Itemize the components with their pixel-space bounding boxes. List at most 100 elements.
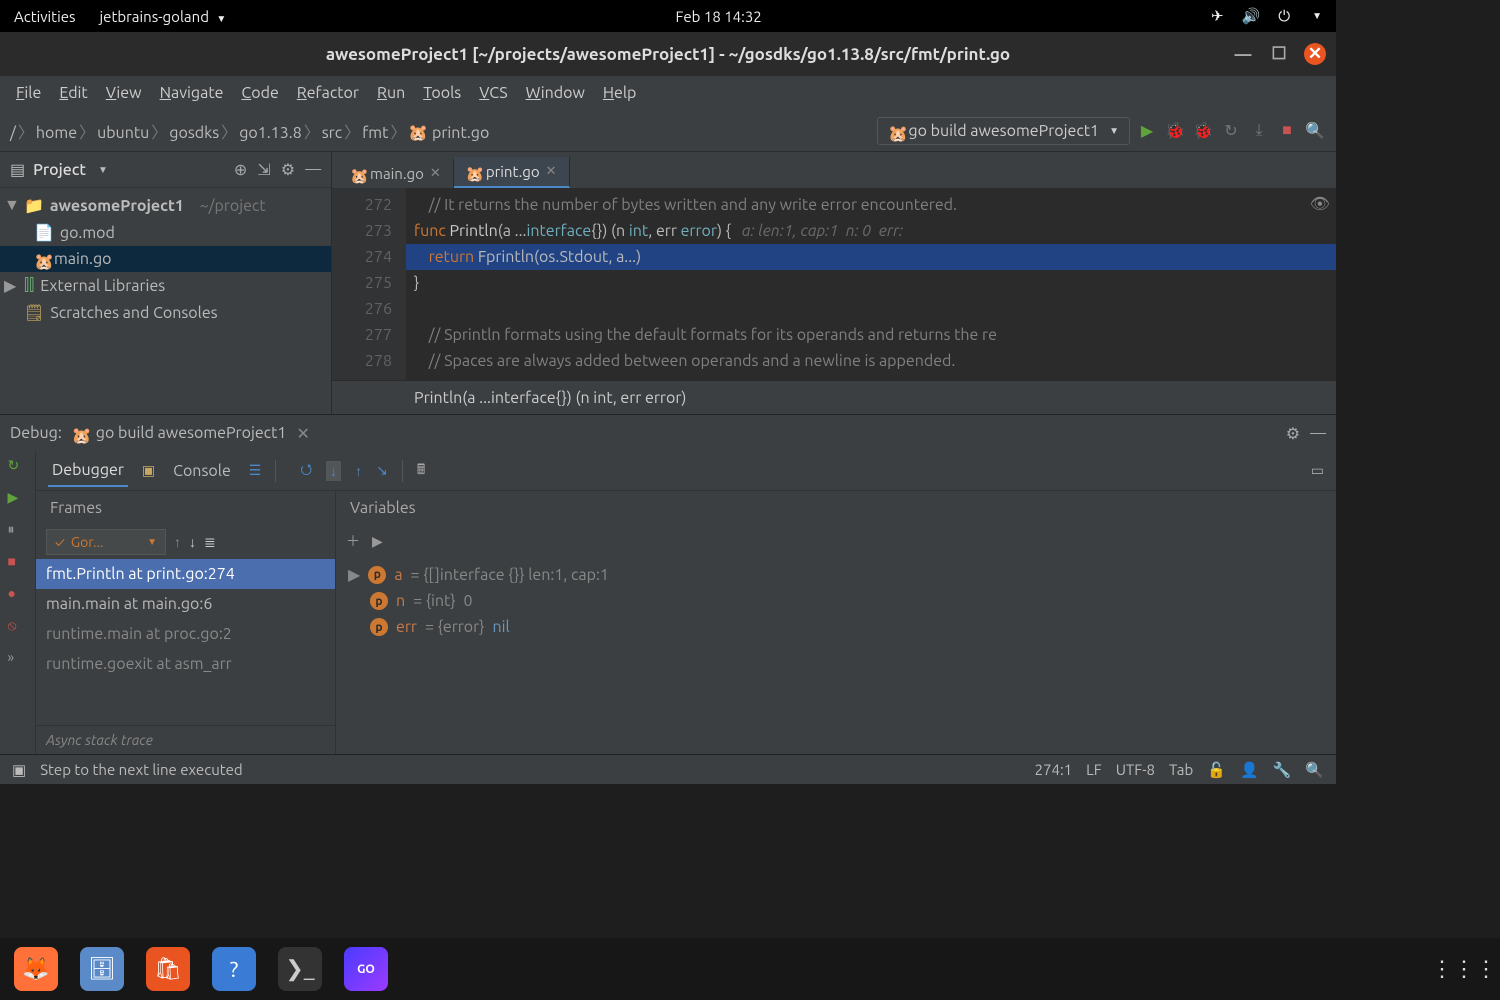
minimize-button[interactable]: — (1232, 43, 1254, 65)
files-icon[interactable]: 🗄 (80, 947, 124, 991)
frame-list[interactable]: fmt.Println at print.go:274main.main at … (36, 559, 335, 725)
run-to-cursor-icon[interactable]: ↘ (376, 462, 388, 479)
menu-code[interactable]: Code (235, 82, 284, 104)
debug-config-tab[interactable]: go build awesomeProject1 (96, 424, 287, 442)
attach-button[interactable]: ⤓ (1248, 120, 1270, 142)
editor-tab-print-go[interactable]: 🐹print.go ✕ (454, 157, 570, 188)
layout-icon[interactable]: ▭ (1311, 462, 1324, 479)
evaluate-icon[interactable]: 🖩 (417, 459, 425, 483)
frames-list-icon[interactable]: ≣ (204, 534, 216, 551)
menu-vcs[interactable]: VCS (473, 82, 513, 104)
tree-scratches[interactable]: 🗒 Scratches and Consoles (0, 299, 331, 326)
tree-file-go-mod[interactable]: 📄 go.mod (0, 219, 331, 246)
tree-root[interactable]: ▼ 📁 awesomeProject1 ~/project (0, 192, 331, 219)
debug-button[interactable]: 🐞 (1164, 120, 1186, 142)
menu-navigate[interactable]: Navigate (154, 82, 230, 104)
indent-setting[interactable]: Tab (1169, 761, 1193, 778)
line-separator[interactable]: LF (1086, 761, 1102, 778)
debugger-tab[interactable]: Debugger (48, 455, 128, 487)
chevron-down-icon[interactable]: ▼ (98, 164, 108, 176)
stack-frame[interactable]: runtime.goexit at asm_arr (36, 649, 335, 679)
run-button[interactable]: ▶ (1136, 120, 1158, 142)
stop-icon[interactable]: ■ (8, 553, 28, 573)
menu-tools[interactable]: Tools (417, 82, 467, 104)
more-icon[interactable]: » (8, 649, 28, 669)
activities-button[interactable]: Activities (14, 8, 76, 25)
variable-list[interactable]: ▶pa = {[]interface {}} len:1, cap:1pn = … (336, 557, 1336, 754)
menu-refactor[interactable]: Refactor (291, 82, 365, 104)
close-tab-icon[interactable]: ✕ (546, 164, 557, 179)
code-line[interactable]: } (406, 270, 1336, 296)
app-grid-icon[interactable]: ⋮⋮⋮ (1442, 947, 1486, 991)
menu-run[interactable]: Run (371, 82, 411, 104)
step-over-icon[interactable]: ⭯ (300, 459, 312, 483)
menu-view[interactable]: View (100, 82, 148, 104)
menu-help[interactable]: Help (597, 82, 643, 104)
readonly-icon[interactable]: 🔓 (1207, 761, 1226, 779)
memory-icon[interactable]: 👤 (1240, 761, 1259, 779)
code-line[interactable]: // It returns the number of bytes writte… (406, 192, 1336, 218)
gear-icon[interactable]: ⚙ (1286, 424, 1300, 443)
close-button[interactable]: ✕ (1304, 43, 1326, 65)
mute-breakpoints-icon[interactable]: ⦸ (8, 617, 28, 637)
gutter[interactable]: 272273274275276277278 (332, 188, 406, 380)
menu-edit[interactable]: Edit (53, 82, 93, 104)
code-line[interactable]: return Fprintln(os.Stdout, a...) (406, 244, 1336, 270)
wrench-icon[interactable]: 🔧 (1273, 761, 1292, 779)
breadcrumb-segment[interactable]: go1.13.8 (239, 124, 302, 142)
step-out-icon[interactable]: ↑ (355, 463, 362, 479)
app-menu[interactable]: jetbrains-goland ▼ (100, 8, 227, 25)
variable-row[interactable]: ▶pa = {[]interface {}} len:1, cap:1 (344, 561, 1328, 588)
pause-icon[interactable]: ⏸ (8, 521, 28, 541)
breadcrumb-segment[interactable]: fmt (362, 124, 388, 142)
terminal-icon[interactable]: ❯_ (278, 947, 322, 991)
stop-button[interactable]: ■ (1276, 120, 1298, 142)
close-tab-icon[interactable]: ✕ (430, 166, 441, 181)
view-breakpoints-icon[interactable]: ● (8, 585, 28, 605)
stack-frame[interactable]: runtime.main at proc.go:2 (36, 619, 335, 649)
code-line[interactable]: // Sprintln formats using the default fo… (406, 322, 1336, 348)
stack-frame[interactable]: fmt.Println at print.go:274 (36, 559, 335, 589)
code-line[interactable]: // Spaces are always added between opera… (406, 348, 1336, 374)
breadcrumb-segment[interactable]: 🐹 print.go (408, 124, 489, 142)
firefox-icon[interactable]: 🦊 (14, 947, 58, 991)
tool-window-icon[interactable]: ▣ (12, 761, 26, 779)
project-panel-title[interactable]: Project (33, 161, 86, 179)
menu-file[interactable]: File (10, 82, 47, 104)
rerun-icon[interactable]: ↻ (8, 457, 28, 477)
breadcrumb-segment[interactable]: src (322, 124, 342, 142)
next-frame-icon[interactable]: ↓ (189, 534, 196, 550)
add-watch-icon[interactable]: ＋ (346, 531, 360, 551)
file-encoding[interactable]: UTF-8 (1116, 761, 1155, 778)
resume-icon[interactable]: ▶ (8, 489, 28, 509)
expand-icon[interactable]: ▶ (372, 533, 383, 550)
clock[interactable]: Feb 18 14:32 (226, 8, 1211, 25)
airplane-icon[interactable]: ✈ (1211, 7, 1224, 25)
prev-frame-icon[interactable]: ↑ (174, 534, 181, 550)
caret-position[interactable]: 274:1 (1035, 761, 1073, 778)
variable-row[interactable]: pn = {int} 0 (344, 588, 1328, 614)
editor-tab-main-go[interactable]: 🐹main.go ✕ (338, 159, 454, 188)
run-config-selector[interactable]: 🐹 go build awesomeProject1 ▼ (877, 117, 1130, 145)
editor-breadcrumb[interactable]: Println(a ...interface{}) (n int, err er… (332, 380, 1336, 414)
menu-window[interactable]: Window (520, 82, 591, 104)
tree-file-main-go[interactable]: 🐹 main.go (0, 246, 331, 272)
profile-button[interactable]: ↻ (1220, 120, 1242, 142)
project-tree[interactable]: ▼ 📁 awesomeProject1 ~/project 📄 go.mod 🐹… (0, 188, 331, 414)
variable-row[interactable]: perr = {error} nil (344, 614, 1328, 640)
breadcrumb-segment[interactable]: home (36, 124, 77, 142)
code-line[interactable] (406, 296, 1336, 322)
expand-all-icon[interactable]: ⇲ (257, 160, 270, 179)
code-editor[interactable]: 272273274275276277278 // It returns the … (332, 188, 1336, 380)
help-icon[interactable]: ? (212, 947, 256, 991)
search-icon[interactable]: 🔍 (1305, 761, 1324, 779)
locate-icon[interactable]: ⊕ (234, 160, 247, 179)
step-into-icon[interactable]: ↓ (326, 461, 341, 481)
volume-icon[interactable]: 🔊 (1242, 7, 1261, 25)
search-everywhere-icon[interactable]: 🔍 (1304, 120, 1326, 142)
coverage-button[interactable]: 🐞 (1192, 120, 1214, 142)
gear-icon[interactable]: ⚙ (281, 160, 295, 179)
inspection-eye-icon[interactable]: 👁 (1310, 194, 1330, 213)
chevron-right-icon[interactable]: ▶ (348, 565, 360, 584)
async-stack-trace[interactable]: Async stack trace (36, 725, 335, 754)
